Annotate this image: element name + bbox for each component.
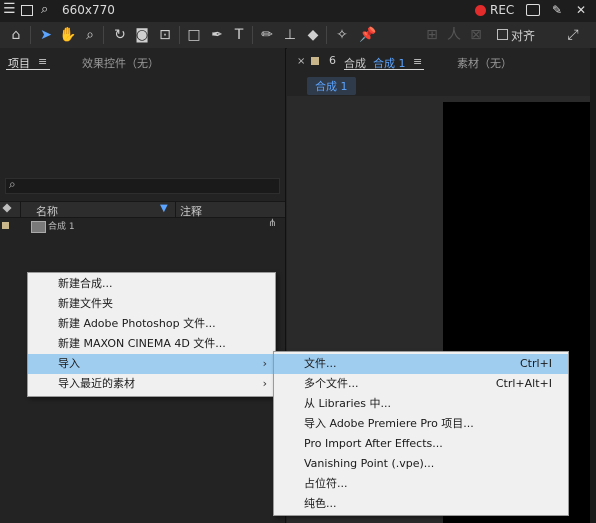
home-icon[interactable]: ⌂ (6, 25, 26, 45)
view-axis-icon[interactable]: ⊠ (466, 25, 486, 45)
composition-breadcrumb[interactable]: 合成 1 (307, 77, 356, 95)
record-button-label[interactable]: REC (490, 3, 514, 17)
menu-item-label: Vanishing Point (.vpe)... (304, 457, 435, 470)
menu-item-placeholder[interactable]: 占位符... (274, 474, 568, 494)
menu-item-label: 导入最近的素材 (58, 377, 135, 390)
menu-item-import-multiple-files[interactable]: 多个文件... Ctrl+Alt+I (274, 374, 568, 394)
composition-breadcrumb-bar: 合成 1 (287, 74, 596, 97)
label-color-swatch[interactable] (2, 222, 9, 229)
menu-item-label: 新建 MAXON CINEMA 4D 文件... (58, 337, 226, 350)
tab-footage[interactable]: 素材（无） (457, 55, 512, 71)
menu-item-from-libraries[interactable]: 从 Libraries 中... (274, 394, 568, 414)
menu-item-shortcut: Ctrl+I (519, 357, 552, 370)
menu-item-pro-import-after-effects[interactable]: Pro Import After Effects... (274, 434, 568, 454)
menu-item-label: 文件... (304, 357, 337, 370)
menu-item-import-recent-footage[interactable]: 导入最近的素材 › (28, 374, 275, 394)
tools-toolbar: ⌂ ➤ ✋ ⌕ ↻ ◙ ⊡ □ ✒ T ✏ ⊥ ◆ ✧ 📌 ⊞ 人 ⊠ 对齐 ⤢ (0, 22, 596, 49)
menu-item-label: 导入 Adobe Premiere Pro 项目... (304, 417, 474, 430)
menu-icon[interactable]: ☰ (3, 1, 16, 17)
menu-item-label: 占位符... (304, 477, 348, 490)
toolbar-divider (252, 26, 253, 44)
menu-item-label: 从 Libraries 中... (304, 397, 391, 410)
flowchart-icon[interactable]: ⋔ (268, 218, 276, 229)
project-context-menu: 新建合成... 新建文件夹 新建 Adobe Photoshop 文件... 新… (27, 272, 276, 397)
window-icon[interactable] (21, 5, 33, 16)
import-submenu: 文件... Ctrl+I 多个文件... Ctrl+Alt+I 从 Librar… (273, 351, 569, 516)
column-comment-header[interactable]: 注释 (180, 203, 202, 219)
submenu-arrow-icon: › (262, 357, 267, 370)
world-axis-icon[interactable]: 人 (444, 25, 464, 45)
project-column-header: 名称 ▼ 注释 (0, 201, 285, 218)
column-name-header[interactable]: 名称 (36, 203, 58, 219)
menu-item-import[interactable]: 导入 › (28, 354, 275, 374)
sort-descending-icon[interactable]: ▼ (160, 203, 168, 214)
pen-tool-icon[interactable]: ✒ (207, 25, 227, 45)
menu-item-label: 导入 (58, 357, 80, 370)
expand-icon[interactable]: ⤢ (563, 25, 583, 45)
close-tab-icon[interactable]: × (297, 56, 305, 67)
magnifier-icon[interactable]: ⌕ (41, 2, 48, 17)
composition-panel-tabs: × 6 合成 合成 1 ≡ 素材（无） (287, 48, 596, 74)
menu-item-import-file[interactable]: 文件... Ctrl+I (274, 354, 568, 374)
active-tab-indicator (6, 69, 50, 70)
puppet-pin-tool-icon[interactable]: 📌 (358, 25, 378, 45)
project-item-row[interactable]: 合成 1 ⋔ (0, 218, 285, 234)
capture-bar: ☰ ⌕ 660x770 REC ✎ ✕ (0, 0, 596, 23)
camera-orbit-tool-icon[interactable]: ◙ (132, 25, 152, 45)
toolbar-divider (103, 26, 104, 44)
capture-size-label: 660x770 (62, 3, 115, 17)
pan-behind-tool-icon[interactable]: ⊡ (155, 25, 175, 45)
lock-icon[interactable]: 6 (329, 54, 336, 67)
clone-stamp-tool-icon[interactable]: ⊥ (280, 25, 300, 45)
search-icon: ⌕ (9, 177, 16, 191)
menu-item-label: 纯色... (304, 497, 337, 510)
hand-tool-icon[interactable]: ✋ (58, 25, 78, 45)
menu-item-label: 新建合成... (58, 277, 113, 290)
snap-label: 对齐 (511, 29, 536, 43)
menu-item-label: 新建文件夹 (58, 297, 113, 310)
toolbar-divider (179, 26, 180, 44)
roto-brush-tool-icon[interactable]: ✧ (332, 25, 352, 45)
snap-checkbox[interactable] (497, 29, 508, 40)
menu-item-label: 新建 Adobe Photoshop 文件... (58, 317, 216, 330)
brush-tool-icon[interactable]: ✏ (257, 25, 277, 45)
menu-item-new-folder[interactable]: 新建文件夹 (28, 294, 275, 314)
menu-item-shortcut: Ctrl+Alt+I (495, 377, 552, 390)
rectangle-tool-icon[interactable]: □ (184, 25, 204, 45)
menu-item-import-premiere-project[interactable]: 导入 Adobe Premiere Pro 项目... (274, 414, 568, 434)
type-tool-icon[interactable]: T (229, 25, 249, 45)
toolbar-divider (326, 26, 327, 44)
panel-menu-icon[interactable]: ≡ (38, 55, 47, 68)
toolbar-divider (30, 26, 31, 44)
column-divider (175, 202, 176, 217)
panel-edge (590, 48, 596, 523)
comp-color-swatch (311, 57, 319, 65)
rotate-tool-icon[interactable]: ↻ (110, 25, 130, 45)
menu-item-solid[interactable]: 纯色... (274, 494, 568, 514)
menu-item-new-photoshop-file[interactable]: 新建 Adobe Photoshop 文件... (28, 314, 275, 334)
close-icon[interactable]: ✕ (576, 3, 586, 17)
record-dot-icon[interactable] (475, 5, 486, 16)
panel-menu-icon[interactable]: ≡ (413, 55, 422, 68)
zoom-tool-icon[interactable]: ⌕ (80, 25, 100, 45)
menu-item-vanishing-point[interactable]: Vanishing Point (.vpe)... (274, 454, 568, 474)
pencil-icon[interactable]: ✎ (552, 3, 562, 17)
eraser-tool-icon[interactable]: ◆ (303, 25, 323, 45)
menu-item-new-cinema4d-file[interactable]: 新建 MAXON CINEMA 4D 文件... (28, 334, 275, 354)
menu-item-label: Pro Import After Effects... (304, 437, 443, 450)
composition-icon (31, 221, 46, 233)
project-search-input[interactable]: ⌕ (5, 177, 280, 194)
camera-icon[interactable] (526, 4, 540, 16)
active-tab-indicator (344, 69, 424, 70)
selection-tool-icon[interactable]: ➤ (36, 25, 56, 45)
project-item-name: 合成 1 (48, 222, 75, 232)
tab-effect-controls[interactable]: 效果控件（无） (82, 55, 159, 71)
submenu-arrow-icon: › (262, 377, 267, 390)
local-axis-icon[interactable]: ⊞ (422, 25, 442, 45)
menu-item-label: 多个文件... (304, 377, 359, 390)
label-tag-icon[interactable] (2, 203, 12, 213)
menu-item-new-composition[interactable]: 新建合成... (28, 274, 275, 294)
project-panel-tabs: 项目 ≡ 效果控件（无） (0, 48, 285, 74)
column-divider (20, 202, 21, 217)
